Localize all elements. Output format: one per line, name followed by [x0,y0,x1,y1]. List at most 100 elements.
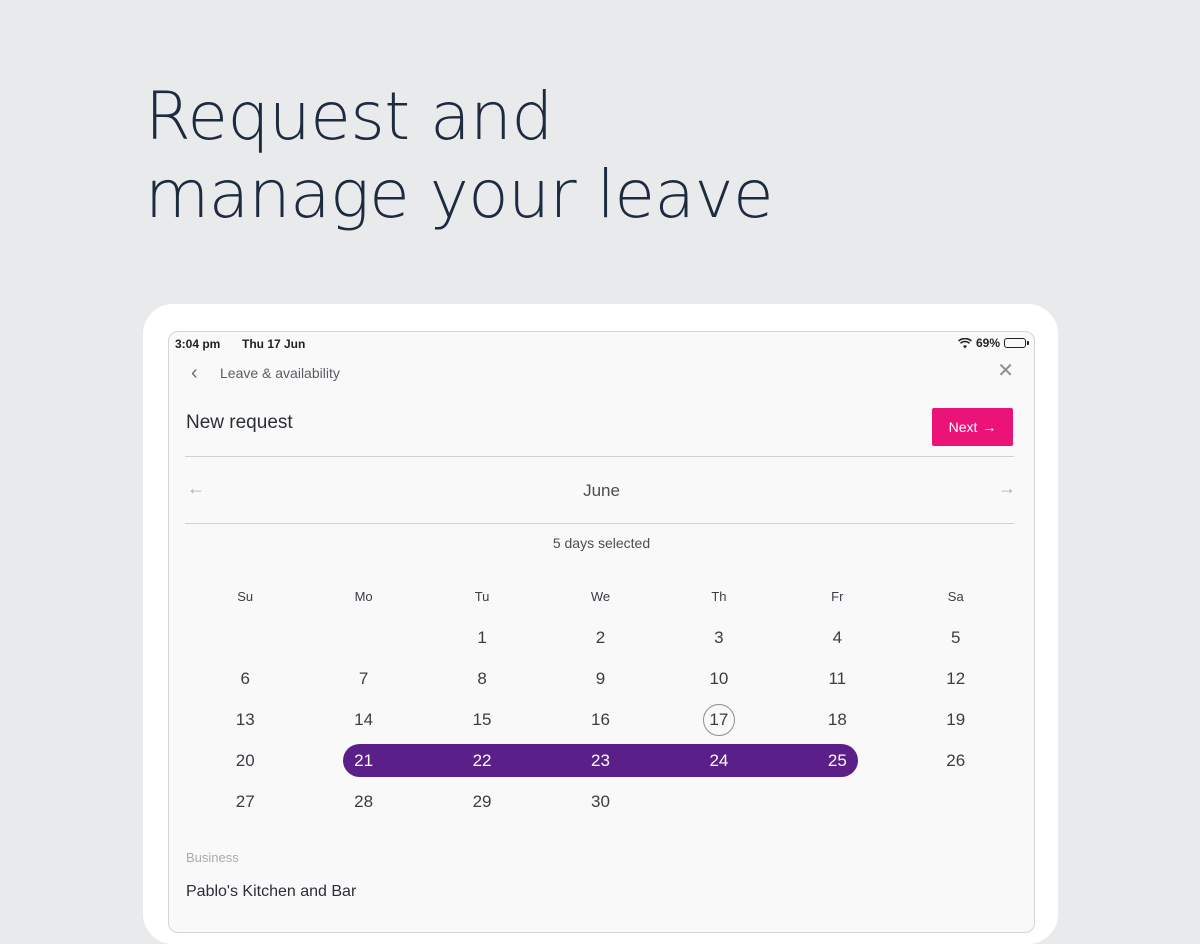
calendar-day[interactable]: 1 [423,617,541,658]
calendar-day[interactable]: 2 [541,617,659,658]
day-number: 9 [595,668,606,688]
calendar-day[interactable]: 14 [304,699,422,740]
nav-title: Leave & availability [220,365,340,381]
calendar-day[interactable]: 3 [660,617,778,658]
day-number: 12 [946,668,966,688]
day-number: 14 [354,709,374,729]
day-number: 7 [358,668,369,688]
calendar-day[interactable]: 17 [660,699,778,740]
divider [185,456,1014,457]
selected-count: 5 days selected [552,535,651,551]
calendar-day[interactable]: 16 [541,699,659,740]
day-number: 1 [477,627,487,647]
calendar-day-empty [186,617,304,658]
calendar-day[interactable]: 5 [897,617,1015,658]
weekday-label: Tu [474,589,490,604]
calendar-day[interactable]: 30 [541,781,659,822]
day-number: 27 [235,791,255,811]
calendar-week: 27 28 29 30 [186,781,1015,822]
calendar-day[interactable]: 28 [304,781,422,822]
business-label: Business [186,850,239,865]
calendar-day-empty [660,781,778,822]
calendar-day[interactable]: 29 [423,781,541,822]
weekday-label: Fr [831,589,844,604]
divider [185,523,1014,524]
day-number: 23 [591,750,610,770]
weekday-label: We [590,589,611,604]
calendar-grid: 1 2 3 4 5 6 7 8 9 10 11 12 13 14 15 16 17 18 19 20 21 22 23 24 2… [186,617,1015,822]
calendar-day[interactable]: 13 [186,699,304,740]
day-number: 20 [235,750,255,770]
calendar-day[interactable]: 21 [304,740,422,781]
day-number: 25 [827,750,847,770]
calendar-day-empty [897,781,1015,822]
next-button[interactable]: Next → [932,408,1013,446]
day-number: 5 [951,627,961,647]
tablet-frame: 3:04 pm Thu 17 Jun 69% ‹ Leave & availab… [143,304,1058,944]
calendar-day[interactable]: 18 [778,699,896,740]
calendar-day[interactable]: 27 [186,781,304,822]
calendar-day[interactable]: 7 [304,658,422,699]
next-button-label: Next [948,419,978,435]
calendar-day[interactable]: 6 [186,658,304,699]
day-number: 16 [591,709,610,729]
calendar-day[interactable]: 26 [897,740,1015,781]
close-icon[interactable]: ✕ [997,361,1014,381]
headline-line-1: Request and [145,78,553,155]
day-number: 30 [591,791,610,811]
day-number: 2 [595,627,606,647]
calendar-day[interactable]: 24 [660,740,778,781]
arrow-right-icon: → [982,419,997,435]
calendar-week: 6 7 8 9 10 11 12 [186,658,1015,699]
day-number: 13 [235,709,255,729]
day-number: 3 [714,627,724,647]
calendar-day[interactable]: 11 [778,658,896,699]
day-number: 22 [472,750,492,770]
day-number: 29 [472,791,492,811]
calendar-day[interactable]: 9 [541,658,659,699]
arrow-right-icon[interactable]: → [998,478,1016,499]
weekday-label: Th [711,589,727,604]
calendar-day-empty [304,617,422,658]
calendar-day[interactable]: 22 [423,740,541,781]
calendar-day[interactable]: 8 [423,658,541,699]
calendar-week: 20 21 22 23 24 25 26 [186,740,1015,781]
month-label: June [583,481,620,500]
day-number: 17 [702,703,735,736]
day-number: 19 [946,709,966,729]
battery-percent: 69% [975,336,1000,350]
weekday-label: Su [237,589,254,604]
chevron-left-icon[interactable]: ‹ [191,363,198,383]
weekday-label: Mo [354,589,373,604]
calendar-week: 13 14 15 16 17 18 19 [186,699,1015,740]
calendar-day[interactable]: 4 [778,617,896,658]
app-screen: 3:04 pm Thu 17 Jun 69% ‹ Leave & availab… [168,331,1035,933]
status-time: 3:04 pm [175,337,221,351]
weekday-label: Sa [947,589,964,604]
day-number: 6 [240,668,250,688]
day-number: 4 [832,627,843,647]
weekday-header: Su Mo Tu We Th Fr Sa [186,589,1015,604]
calendar-day[interactable]: 25 [778,740,896,781]
day-number: 21 [354,750,374,770]
day-number: 11 [828,668,847,688]
calendar-day[interactable]: 12 [897,658,1015,699]
headline-line-2: manage your leave [145,156,774,233]
day-number: 15 [472,709,492,729]
business-value: Pablo's Kitchen and Bar [186,883,357,900]
status-bar: 3:04 pm Thu 17 Jun 69% [169,332,1034,354]
status-right: 69% [958,336,1029,350]
calendar-day[interactable]: 15 [423,699,541,740]
battery-icon [1004,338,1029,348]
page-title: New request [186,412,293,433]
day-number: 8 [477,668,487,688]
day-number: 26 [946,750,966,770]
day-number: 24 [709,750,729,770]
day-number: 28 [354,791,374,811]
calendar-day[interactable]: 19 [897,699,1015,740]
calendar-day[interactable]: 10 [660,658,778,699]
calendar-day[interactable]: 23 [541,740,659,781]
calendar-day[interactable]: 20 [186,740,304,781]
calendar-day-empty [778,781,896,822]
day-number: 10 [709,668,729,688]
